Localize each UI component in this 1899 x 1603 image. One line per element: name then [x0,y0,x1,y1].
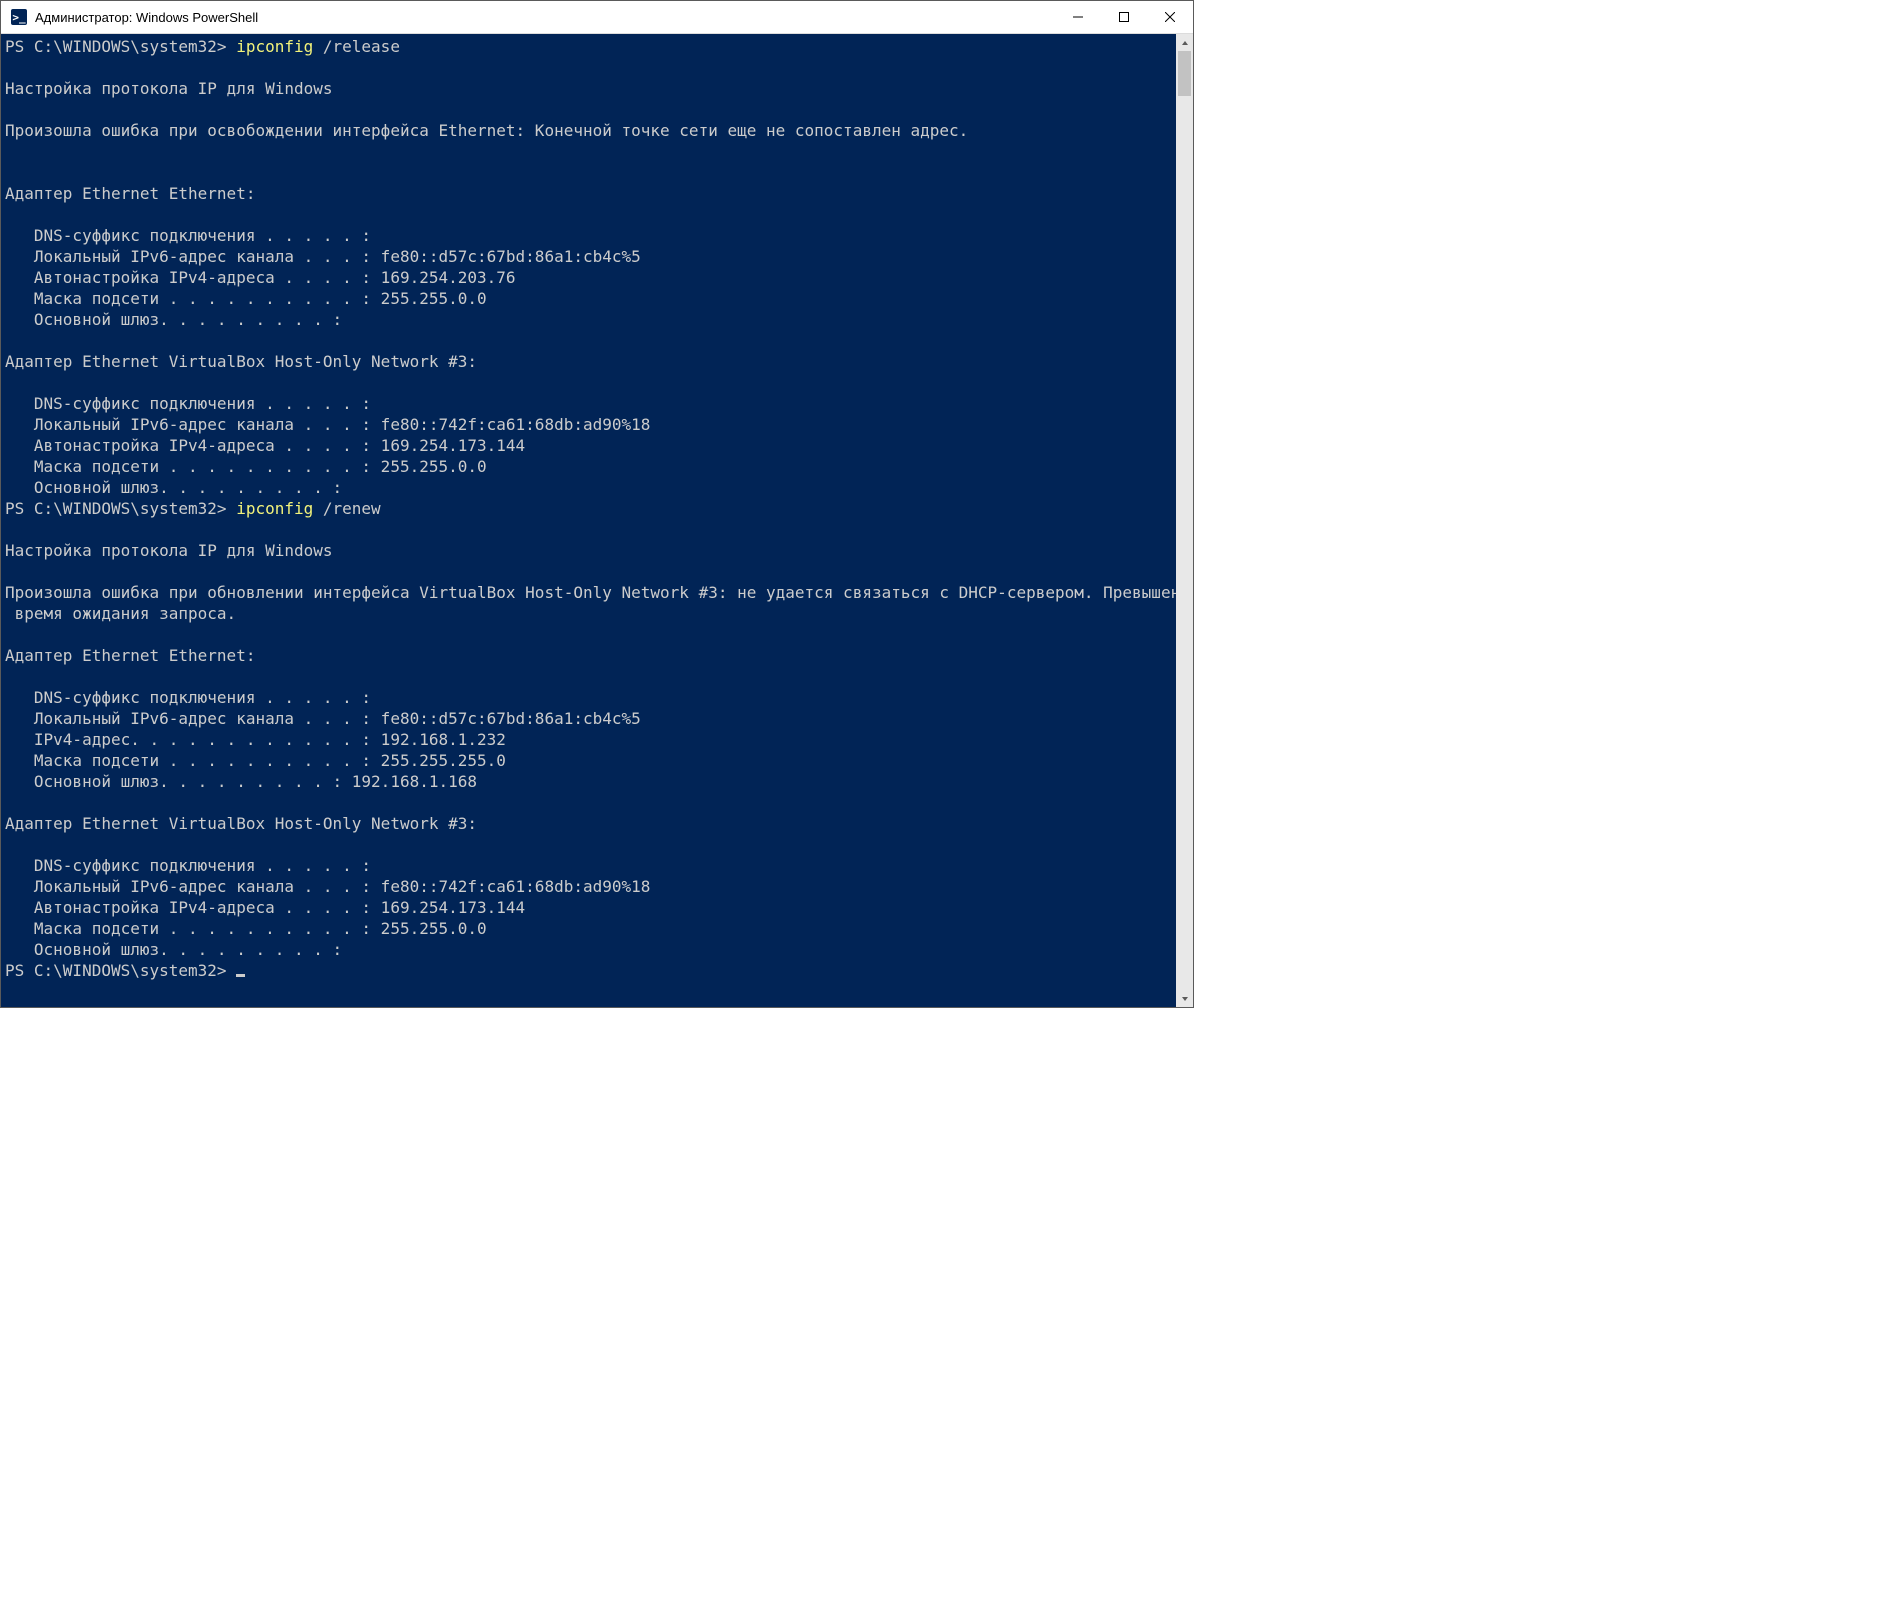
output-line: Основной шлюз. . . . . . . . . : [5,310,342,329]
prompt: PS C:\WINDOWS\system32> [5,961,236,980]
output-line: Адаптер Ethernet Ethernet: [5,184,255,203]
command-args: /release [313,37,400,56]
output-line: Локальный IPv6-адрес канала . . . : fe80… [5,415,650,434]
output-line: Основной шлюз. . . . . . . . . : 192.168… [5,772,477,791]
scroll-up-button[interactable] [1176,34,1193,51]
output-line: Локальный IPv6-адрес канала . . . : fe80… [5,247,641,266]
output-line: Локальный IPv6-адрес канала . . . : fe80… [5,877,650,896]
output-line: Маска подсети . . . . . . . . . . : 255.… [5,289,487,308]
output-line: Адаптер Ethernet VirtualBox Host-Only Ne… [5,352,477,371]
scroll-thumb[interactable] [1178,51,1191,96]
window-title: Администратор: Windows PowerShell [35,10,1055,25]
output-line: Маска подсети . . . . . . . . . . : 255.… [5,457,487,476]
output-line: IPv4-адрес. . . . . . . . . . . . : 192.… [5,730,506,749]
output-line: Основной шлюз. . . . . . . . . : [5,478,342,497]
output-line: Автонастройка IPv4-адреса . . . . : 169.… [5,898,525,917]
command-exe: ipconfig [236,37,313,56]
output-line: Настройка протокола IP для Windows [5,541,333,560]
output-line: Настройка протокола IP для Windows [5,79,333,98]
output-line: Автонастройка IPv4-адреса . . . . : 169.… [5,268,516,287]
output-line: Адаптер Ethernet VirtualBox Host-Only Ne… [5,814,477,833]
terminal-output[interactable]: PS C:\WINDOWS\system32> ipconfig /releas… [1,34,1176,1007]
titlebar[interactable]: >_ Администратор: Windows PowerShell [1,1,1193,34]
output-line: DNS-суффикс подключения . . . . . : [5,856,371,875]
command-args: /renew [313,499,380,518]
powershell-window: >_ Администратор: Windows PowerShell PS … [0,0,1194,1008]
output-line: Адаптер Ethernet Ethernet: [5,646,255,665]
output-line: время ожидания запроса. [5,604,236,623]
output-line: Маска подсети . . . . . . . . . . : 255.… [5,919,487,938]
minimize-button[interactable] [1055,1,1101,33]
prompt: PS C:\WINDOWS\system32> [5,499,236,518]
close-button[interactable] [1147,1,1193,33]
terminal-area: PS C:\WINDOWS\system32> ipconfig /releas… [1,34,1193,1007]
output-line: Основной шлюз. . . . . . . . . : [5,940,342,959]
scroll-down-button[interactable] [1176,990,1193,1007]
output-line: Произошла ошибка при обновлении интерфей… [5,583,1176,602]
scroll-track[interactable] [1176,51,1193,990]
vertical-scrollbar[interactable] [1176,34,1193,1007]
prompt: PS C:\WINDOWS\system32> [5,37,236,56]
output-line: Автонастройка IPv4-адреса . . . . : 169.… [5,436,525,455]
output-line: Локальный IPv6-адрес канала . . . : fe80… [5,709,641,728]
command-exe: ipconfig [236,499,313,518]
maximize-button[interactable] [1101,1,1147,33]
output-line: DNS-суффикс подключения . . . . . : [5,394,371,413]
window-controls [1055,1,1193,33]
output-line: DNS-суффикс подключения . . . . . : [5,688,371,707]
output-line: Маска подсети . . . . . . . . . . : 255.… [5,751,506,770]
powershell-icon: >_ [11,9,27,25]
cursor-icon [236,974,245,977]
output-line: Произошла ошибка при освобождении интерф… [5,121,968,140]
output-line: DNS-суффикс подключения . . . . . : [5,226,371,245]
